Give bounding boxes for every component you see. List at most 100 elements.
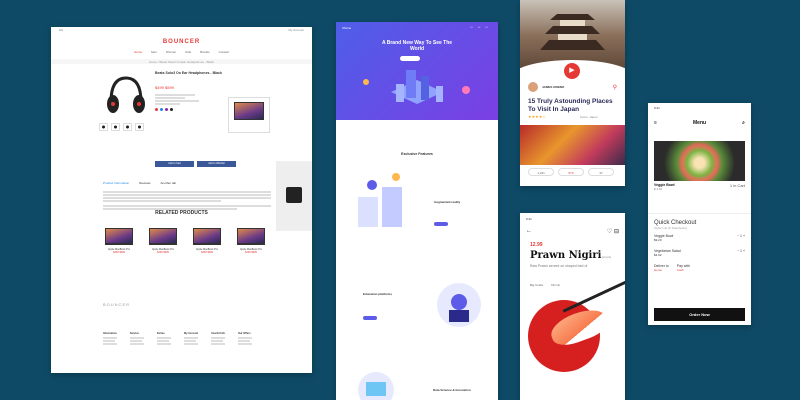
menu-app-card: 9:41 ≡ Menu ⌕ Veggie Bowl $ 4.92 1 in Ca… [648, 103, 751, 325]
menu-item[interactable]: Veggie Bowl $ 4.92 1 in Cart [654, 183, 745, 191]
sushi-header: ← ♡ ⊟ [526, 228, 619, 235]
thumbnail[interactable] [123, 123, 132, 131]
color-swatch[interactable] [155, 108, 158, 111]
related-product[interactable]: Apple MacBook Pro $499 $599 [191, 228, 223, 254]
nav-item[interactable]: Home [134, 50, 142, 54]
laptop-image [149, 228, 177, 245]
footer-column: Userful Info [211, 332, 226, 346]
data-illustration [358, 372, 394, 400]
account-links[interactable]: My Account [288, 28, 304, 33]
color-swatch[interactable] [170, 108, 173, 111]
city-illustration [363, 70, 470, 104]
order-row: Vegetarian Salad $4.92 − 1 + [654, 249, 745, 257]
share-button[interactable]: 37 [588, 168, 614, 176]
footer-column-title: Extras [157, 332, 165, 335]
related-product-price: $499 $599 [201, 251, 213, 254]
thumbnail[interactable] [135, 123, 144, 131]
related-products-list: Apple MacBook Pro $499 $599 Apple MacBoo… [103, 228, 267, 254]
likes-button[interactable]: 1,231 [528, 168, 554, 176]
pay-with-selector[interactable]: Pay with Cash [677, 264, 690, 272]
hero-cta-button[interactable] [400, 56, 420, 61]
language-selector[interactable]: EN [59, 28, 63, 33]
nav-item[interactable]: Men [151, 50, 157, 54]
rating-stars: ★★★★☆ [528, 114, 546, 119]
person-icon[interactable]: ⚲ [613, 84, 617, 91]
hamburger-icon[interactable]: ≡ [654, 120, 657, 126]
location-label: Kyoto, Japan [580, 115, 598, 119]
related-product[interactable]: Apple MacBook Pro $499 $599 [147, 228, 179, 254]
hero-section: Olivine ••• ••• ••• A Brand New Way To S… [336, 22, 498, 120]
product-price: $499 $599 [155, 85, 174, 90]
footer-column: Our Offers [238, 332, 253, 346]
product-tabs: Product Information Reviews Another tab [103, 181, 176, 185]
features-heading: Exclusive Features [401, 152, 433, 156]
color-swatch[interactable] [160, 108, 163, 111]
comments-button[interactable]: 870 [558, 168, 584, 176]
color-swatch[interactable] [165, 108, 168, 111]
promo-camera[interactable] [276, 161, 312, 231]
footer-column: Information [103, 332, 117, 346]
action-row: 1,231 870 37 [528, 168, 614, 176]
related-product-price: $499 $599 [157, 251, 169, 254]
nav-link[interactable]: ••• [470, 26, 473, 29]
footer-column-title: My Account [184, 332, 199, 335]
promo-laptop[interactable] [228, 97, 270, 133]
cart-icon[interactable]: ♡ ⊟ [607, 228, 619, 235]
in-cart-label[interactable]: 1 in Cart [730, 183, 745, 191]
order-item-price: $9.20 [654, 238, 662, 242]
meta-tag: 60 min [551, 283, 561, 287]
nav-item[interactable]: Contact [219, 50, 229, 54]
related-product[interactable]: Apple MacBook Pro $499 $599 [235, 228, 267, 254]
pagoda-image [540, 14, 605, 50]
travel-app-card: ▶ JAMES ORBNO ⚲ 15 Truly Astounding Plac… [520, 0, 625, 186]
nav-link[interactable]: ••• [478, 26, 481, 29]
nav-link[interactable]: ••• [485, 26, 488, 29]
nav-item[interactable]: Kids [185, 50, 191, 54]
quantity-stepper[interactable]: − 1 + [737, 249, 745, 257]
order-now-button[interactable]: Order Now [654, 308, 745, 321]
footer-logo[interactable]: BOUNCER [103, 302, 130, 307]
related-product[interactable]: Apple MacBook Pro $499 $599 [103, 228, 135, 254]
article-title: 15 Truly Astounding Places To Visit In J… [528, 98, 613, 113]
add-to-wishlist-button[interactable]: Add to Wishlist [197, 161, 236, 167]
sushi-app-card: 9:41 ← ♡ ⊟ 12.99 Prawn Nigiri (2 pcs) Ra… [520, 213, 625, 400]
menu-item-price: $ 4.92 [654, 187, 663, 191]
footer-column-title: Userful Info [211, 332, 225, 335]
author-name: JAMES ORBNO [542, 85, 565, 89]
store-logo[interactable]: BOUNCER [51, 39, 312, 45]
back-arrow-icon[interactable]: ← [526, 228, 532, 235]
tab-another[interactable]: Another tab [161, 181, 177, 185]
footer-column-title: Our Offers [238, 332, 251, 335]
purchase-buttons: Add to Cart Add to Wishlist [155, 161, 236, 167]
city-photo [520, 125, 625, 165]
footer-column-title: Service [130, 332, 139, 335]
related-product-price: $499 $599 [113, 251, 125, 254]
brand-logo[interactable]: Olivine [342, 26, 351, 30]
nav-item[interactable]: Brands [200, 50, 210, 54]
breadcrumb: Home / Beats Solo3 On-Ear Headphones - B… [51, 59, 312, 64]
meta-tag: Big Crabs [530, 283, 544, 287]
search-icon[interactable]: ⌕ [742, 120, 745, 126]
vr-illustration [358, 173, 402, 227]
education-illustration [437, 283, 481, 327]
nav-item[interactable]: Women [166, 50, 176, 54]
landing-page-card: Olivine ••• ••• ••• A Brand New Way To S… [336, 22, 498, 400]
play-icon[interactable]: ▶ [564, 63, 580, 79]
avatar[interactable] [528, 82, 538, 92]
related-products-heading: RELATED PRODUCTS [155, 210, 208, 216]
product-options [155, 93, 215, 111]
deliver-to-selector[interactable]: Deliver to Home [654, 264, 669, 272]
feature-button[interactable] [363, 316, 377, 320]
tab-product-information[interactable]: Product Information [103, 181, 129, 185]
item-description: Raw Prawn served on shaped bed of [530, 264, 588, 268]
author-row: JAMES ORBNO [528, 82, 564, 92]
tab-reviews[interactable]: Reviews [139, 181, 150, 185]
thumbnail[interactable] [99, 123, 108, 131]
feature-button[interactable] [434, 222, 448, 226]
quantity-stepper[interactable]: − 1 + [737, 234, 745, 242]
laptop-image [105, 228, 133, 245]
add-to-cart-button[interactable]: Add to Cart [155, 161, 194, 167]
item-name: Prawn Nigiri [530, 250, 602, 261]
order-row: Veggie Bowl $9.20 − 1 + [654, 234, 745, 242]
thumbnail[interactable] [111, 123, 120, 131]
